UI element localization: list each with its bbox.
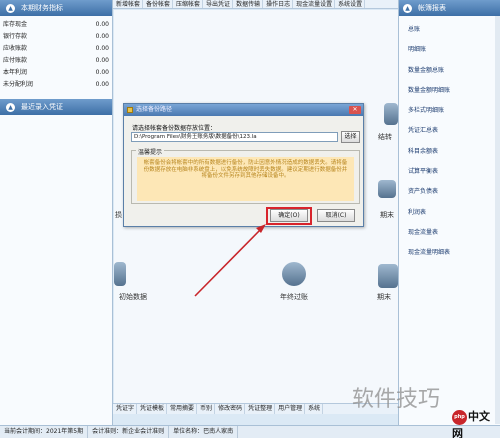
indicator-row: 应收账款 0.00 xyxy=(0,43,112,55)
indicator-value: 0.00 xyxy=(95,81,109,88)
indicator-label: 未分配利润 xyxy=(3,81,34,88)
toolbar-item[interactable]: 币别 xyxy=(197,404,216,414)
ledger-reports-title: 帐簿报表 xyxy=(418,4,446,12)
status-company: 单位名称：巴南人家南 xyxy=(169,426,239,438)
recent-vouchers-header[interactable]: ▲ 最近录入凭证 xyxy=(0,99,112,115)
toolbar-item[interactable]: 常用摘要 xyxy=(167,404,198,414)
financial-indicators-header[interactable]: ▲ 本期财务指标 xyxy=(0,0,112,16)
indicator-value: 0.00 xyxy=(95,45,109,52)
report-link[interactable]: 多栏式明细账 xyxy=(408,101,500,121)
browse-button[interactable]: 选择 xyxy=(341,131,360,143)
watermark-text: 软件技巧 xyxy=(352,387,441,412)
menu-item[interactable]: 数据传输 xyxy=(233,0,264,8)
status-period: 当前会计期间：2021年第5期 xyxy=(0,426,89,438)
dialog-titlebar[interactable]: 选择备份路径 ✕ xyxy=(124,104,363,116)
warning-text: 帐套备份会将帐套中的所有数据进行备份，防止因意外情况造成的数据丢失。请将备份数据… xyxy=(137,157,354,201)
report-link[interactable]: 明细账 xyxy=(408,40,500,60)
menu-item[interactable]: 压缩帐套 xyxy=(173,0,204,8)
report-link[interactable]: 凭证汇总表 xyxy=(408,121,500,141)
right-panel: ▲ 帐簿报表 总账 明细账 数量金额总账 数量金额明细账 多栏式明细账 凭证汇总… xyxy=(398,0,500,425)
indicator-label: 银行存款 xyxy=(3,33,28,40)
indicator-value: 0.00 xyxy=(95,33,109,40)
tile-label[interactable]: 期末 xyxy=(377,292,391,302)
report-link[interactable]: 数量金额总账 xyxy=(408,61,500,81)
status-bar: 当前会计期间：2021年第5期 会计准则：新企业会计准则 单位名称：巴南人家南 xyxy=(0,425,500,438)
indicator-label: 应收账款 xyxy=(3,45,28,52)
report-link[interactable]: 现金流量表 xyxy=(408,223,500,243)
left-panel: ▲ 本期财务指标 库存现金 0.00 银行存款 0.00 应收账款 0.00 应付账款… xyxy=(0,0,113,425)
initial-data-icon[interactable] xyxy=(114,262,126,286)
tile-label[interactable]: 损 xyxy=(115,210,122,220)
financial-indicators-title: 本期财务指标 xyxy=(21,4,63,12)
toolbar-item[interactable]: 凭证整理 xyxy=(245,404,276,414)
collapse-icon: ▲ xyxy=(403,3,412,13)
indicator-label: 本年利润 xyxy=(3,69,28,76)
indicator-row: 未分配利润 0.00 xyxy=(0,79,112,91)
recent-vouchers-title: 最近录入凭证 xyxy=(21,103,63,111)
menu-item[interactable]: 备份帐套 xyxy=(143,0,174,8)
indicator-row: 银行存款 0.00 xyxy=(0,31,112,43)
backup-dialog: 选择备份路径 ✕ 请选择帐套备份数据存放位置： D:\Program Files… xyxy=(123,103,364,227)
report-link[interactable]: 试算平衡表 xyxy=(408,162,500,182)
indicator-label: 库存现金 xyxy=(3,21,28,28)
indicator-row: 库存现金 0.00 xyxy=(0,19,112,31)
menu-item[interactable]: 现金流量设置 xyxy=(293,0,336,8)
indicator-value: 0.00 xyxy=(95,57,109,64)
indicator-value: 0.00 xyxy=(95,21,109,28)
report-link[interactable]: 总账 xyxy=(408,20,500,40)
collapse-icon: ▲ xyxy=(6,102,15,112)
indicator-row: 应付账款 0.00 xyxy=(0,55,112,67)
backup-path-input[interactable]: D:\Program Files\财务王账务版\数据备份\123.la xyxy=(131,132,338,142)
period-end-icon[interactable] xyxy=(378,264,398,288)
status-standard: 会计准则：新企业会计准则 xyxy=(88,426,170,438)
warning-group: 温馨提示 帐套备份会将帐套中的所有数据进行备份，防止因意外情况造成的数据丢失。请… xyxy=(131,147,360,204)
tile-label[interactable]: 年终过账 xyxy=(280,292,308,302)
voucher-icon[interactable] xyxy=(384,103,398,125)
indicator-label: 应付账款 xyxy=(3,57,28,64)
report-link[interactable]: 科目余额表 xyxy=(408,142,500,162)
toolbar-item[interactable]: 修改密码 xyxy=(215,404,246,414)
toolbar-item[interactable]: 用户管理 xyxy=(275,404,306,414)
dialog-prompt: 请选择帐套备份数据存放位置： xyxy=(132,125,217,132)
logo-badge: php xyxy=(452,409,467,425)
tile-label[interactable]: 初始数据 xyxy=(119,292,147,302)
ok-highlight-box xyxy=(266,207,312,225)
menu-item[interactable]: 系统设置 xyxy=(335,0,366,8)
folder-icon xyxy=(127,107,133,113)
site-logo: php 中文网 xyxy=(452,408,500,438)
report-link[interactable]: 数量金额明细账 xyxy=(408,81,500,101)
indicator-value: 0.00 xyxy=(95,69,109,76)
toolbar-item[interactable]: 系统 xyxy=(305,404,324,414)
report-icon[interactable] xyxy=(378,180,396,198)
cancel-button[interactable]: 取消(C) xyxy=(317,209,355,222)
report-link[interactable]: 利润表 xyxy=(408,203,500,223)
collapse-icon: ▲ xyxy=(6,3,15,13)
year-end-icon[interactable] xyxy=(282,262,306,286)
scrollbar[interactable] xyxy=(495,16,500,424)
report-link[interactable]: 资产负债表 xyxy=(408,182,500,202)
toolbar-item[interactable]: 凭证字 xyxy=(113,404,138,414)
tile-label[interactable]: 期末 xyxy=(380,210,394,220)
menu-item[interactable]: 操作日志 xyxy=(263,0,294,8)
ledger-reports-header[interactable]: ▲ 帐簿报表 xyxy=(399,0,500,16)
tile-label[interactable]: 结转 xyxy=(378,132,392,142)
dialog-title: 选择备份路径 xyxy=(136,106,173,113)
toolbar-item[interactable]: 凭证模板 xyxy=(137,404,168,414)
menu-item[interactable]: 导出凭证 xyxy=(203,0,234,8)
menu-item[interactable]: 新增帐套 xyxy=(113,0,144,8)
top-toolbar: 新增帐套 备份帐套 压缩帐套 导出凭证 数据传输 操作日志 现金流量设置 系统设… xyxy=(113,0,398,9)
warning-title: 温馨提示 xyxy=(136,147,165,156)
report-link[interactable]: 现金流量明细表 xyxy=(408,243,500,263)
indicator-row: 本年利润 0.00 xyxy=(0,67,112,79)
close-icon[interactable]: ✕ xyxy=(349,106,361,114)
